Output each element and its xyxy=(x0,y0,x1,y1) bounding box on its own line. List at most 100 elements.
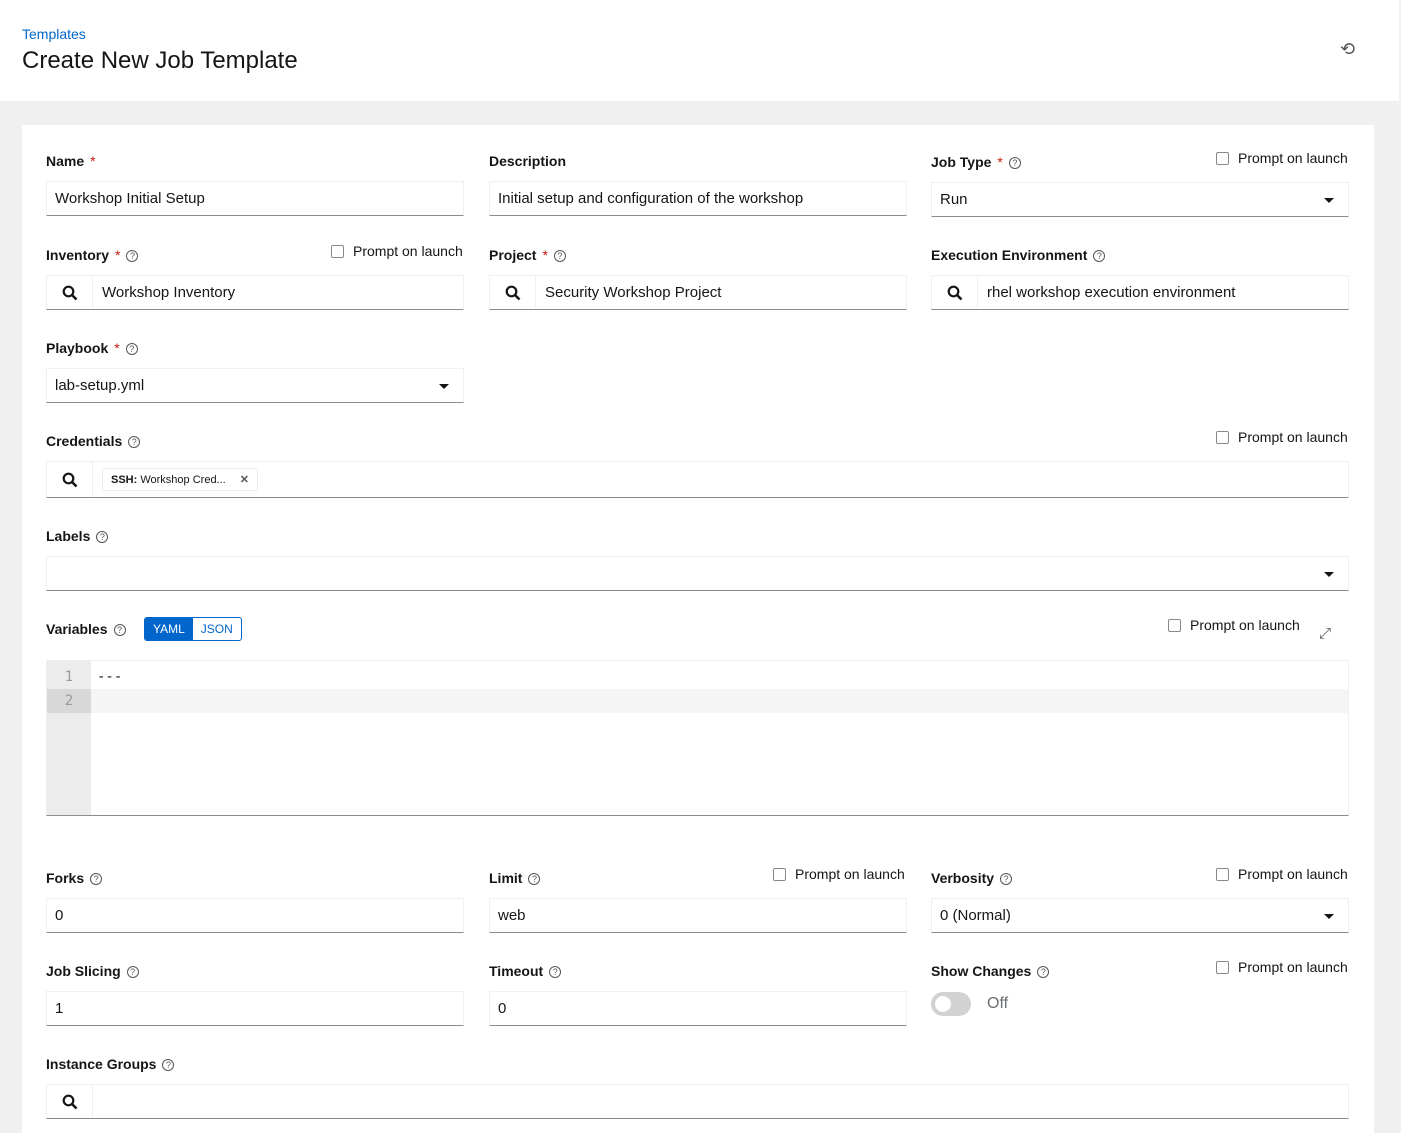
required-marker: * xyxy=(90,153,96,169)
ee-input[interactable]: rhel workshop execution environment xyxy=(931,275,1349,310)
history-icon[interactable]: ⟲ xyxy=(1340,39,1360,59)
help-icon[interactable]: ? xyxy=(1000,873,1013,885)
ee-label-text: Execution Environment xyxy=(931,247,1088,263)
job_slicing-value: 1 xyxy=(55,1000,64,1017)
checkbox[interactable] xyxy=(1216,430,1229,444)
mode-json[interactable]: JSON xyxy=(193,618,241,640)
forks-value: 0 xyxy=(55,907,64,924)
help-icon[interactable]: ? xyxy=(528,873,541,885)
variables-mode-toggle: YAML JSON xyxy=(144,617,242,641)
job_type-label-text: Job Type xyxy=(931,154,992,170)
show-changes-state: Off xyxy=(987,995,1009,1012)
job_type-label: Job Type *? xyxy=(931,154,1021,170)
job_slicing-input[interactable]: 1 xyxy=(46,991,464,1026)
help-icon[interactable]: ? xyxy=(1093,250,1106,262)
search-icon[interactable] xyxy=(490,276,536,309)
page-header: Templates Create New Job Template ⟲ xyxy=(0,0,1399,101)
help-icon[interactable]: ? xyxy=(1008,157,1021,169)
labels-select[interactable] xyxy=(46,556,1349,591)
help-icon[interactable]: ? xyxy=(96,531,109,543)
line-number: 1 xyxy=(64,669,74,685)
help-icon[interactable]: ? xyxy=(126,966,139,978)
name-input[interactable]: Workshop Initial Setup xyxy=(46,181,464,216)
instance_groups-input[interactable] xyxy=(46,1084,1349,1119)
limit-label-text: Limit xyxy=(489,870,523,886)
help-icon[interactable]: ? xyxy=(126,250,139,262)
prompt-on-launch-label: Prompt on launch xyxy=(1238,150,1348,166)
timeout-input[interactable]: 0 xyxy=(489,991,907,1026)
prompt-on-launch-limit[interactable]: Prompt on launch xyxy=(773,866,905,882)
expand-icon[interactable]: ⤢ xyxy=(1319,625,1331,642)
job_type-select[interactable]: Run xyxy=(931,182,1349,217)
playbook-select[interactable]: lab-setup.yml xyxy=(46,368,464,403)
verbosity-select[interactable]: 0 (Normal) xyxy=(931,898,1349,933)
search-icon[interactable] xyxy=(932,276,978,309)
timeout-label-text: Timeout xyxy=(489,963,544,979)
variables-label: Variables? xyxy=(46,621,126,637)
checkbox[interactable] xyxy=(773,867,786,881)
prompt-on-launch-show-changes[interactable]: Prompt on launch xyxy=(1216,959,1348,975)
forks-label-text: Forks xyxy=(46,870,85,886)
inventory-label-text: Inventory xyxy=(46,247,110,263)
prompt-on-launch-inventory[interactable]: Prompt on launch xyxy=(331,243,463,259)
chip-name: Workshop Cred... xyxy=(140,473,226,486)
inventory-input[interactable]: Workshop Inventory xyxy=(46,275,464,310)
help-icon[interactable]: ? xyxy=(549,966,562,978)
labels-label: Labels? xyxy=(46,528,109,544)
prompt-on-launch-credentials[interactable]: Prompt on launch xyxy=(1216,429,1348,445)
help-icon[interactable]: ? xyxy=(113,624,126,636)
prompt-on-launch-label: Prompt on launch xyxy=(1238,866,1348,882)
name-label-text: Name xyxy=(46,153,85,169)
breadcrumb-templates[interactable]: Templates xyxy=(22,26,86,42)
name-label: Name * xyxy=(46,153,96,169)
credentials-label: Credentials? xyxy=(46,433,141,449)
credentials-input[interactable]: SSH: Workshop Cred... ✕ xyxy=(46,461,1349,498)
help-icon[interactable]: ? xyxy=(90,873,103,885)
caret-down-icon xyxy=(1324,572,1334,577)
required-marker: * xyxy=(997,154,1003,170)
variables-editor[interactable]: 1 --- 2 xyxy=(46,660,1349,816)
verbosity-label-text: Verbosity xyxy=(931,870,995,886)
instance_groups-label: Instance Groups? xyxy=(46,1056,175,1072)
instance_groups-label-text: Instance Groups xyxy=(46,1056,157,1072)
description-input[interactable]: Initial setup and configuration of the w… xyxy=(489,181,907,216)
inventory-label: Inventory *? xyxy=(46,247,139,263)
timeout-label: Timeout? xyxy=(489,963,562,979)
project-input[interactable]: Security Workshop Project xyxy=(489,275,907,310)
playbook-value: lab-setup.yml xyxy=(55,377,145,394)
help-icon[interactable]: ? xyxy=(1037,966,1050,978)
checkbox[interactable] xyxy=(1216,960,1229,974)
help-icon[interactable]: ? xyxy=(128,436,141,448)
mode-yaml[interactable]: YAML xyxy=(145,618,193,640)
ee-label: Execution Environment? xyxy=(931,247,1106,263)
checkbox[interactable] xyxy=(1168,618,1181,632)
search-icon[interactable] xyxy=(47,276,93,309)
show-changes-toggle[interactable] xyxy=(931,992,971,1016)
remove-chip-icon[interactable]: ✕ xyxy=(240,473,249,486)
prompt-on-launch-job-type[interactable]: Prompt on launch xyxy=(1216,150,1348,166)
caret-down-icon xyxy=(1324,914,1334,919)
limit-input[interactable]: web xyxy=(489,898,907,933)
search-icon[interactable] xyxy=(47,1085,93,1118)
search-icon[interactable] xyxy=(47,462,93,497)
help-icon[interactable]: ? xyxy=(553,250,566,262)
prompt-on-launch-label: Prompt on launch xyxy=(1238,429,1348,445)
timeout-value: 0 xyxy=(498,1000,507,1017)
ee-value: rhel workshop execution environment xyxy=(987,284,1236,301)
project-label-text: Project xyxy=(489,247,537,263)
project-value: Security Workshop Project xyxy=(545,284,722,301)
checkbox[interactable] xyxy=(1216,867,1229,881)
prompt-on-launch-verbosity[interactable]: Prompt on launch xyxy=(1216,866,1348,882)
help-icon[interactable]: ? xyxy=(125,343,138,355)
forks-input[interactable]: 0 xyxy=(46,898,464,933)
prompt-on-launch-variables[interactable]: Prompt on launch xyxy=(1168,617,1300,633)
help-icon[interactable]: ? xyxy=(162,1059,175,1071)
checkbox[interactable] xyxy=(1216,151,1229,165)
credential-chip: SSH: Workshop Cred... ✕ xyxy=(102,468,258,491)
limit-value: web xyxy=(498,907,526,924)
caret-down-icon xyxy=(1324,198,1334,203)
limit-label: Limit? xyxy=(489,870,541,886)
show_changes-label: Show Changes? xyxy=(931,963,1050,979)
checkbox[interactable] xyxy=(331,244,344,258)
verbosity-value: 0 (Normal) xyxy=(940,907,1011,924)
